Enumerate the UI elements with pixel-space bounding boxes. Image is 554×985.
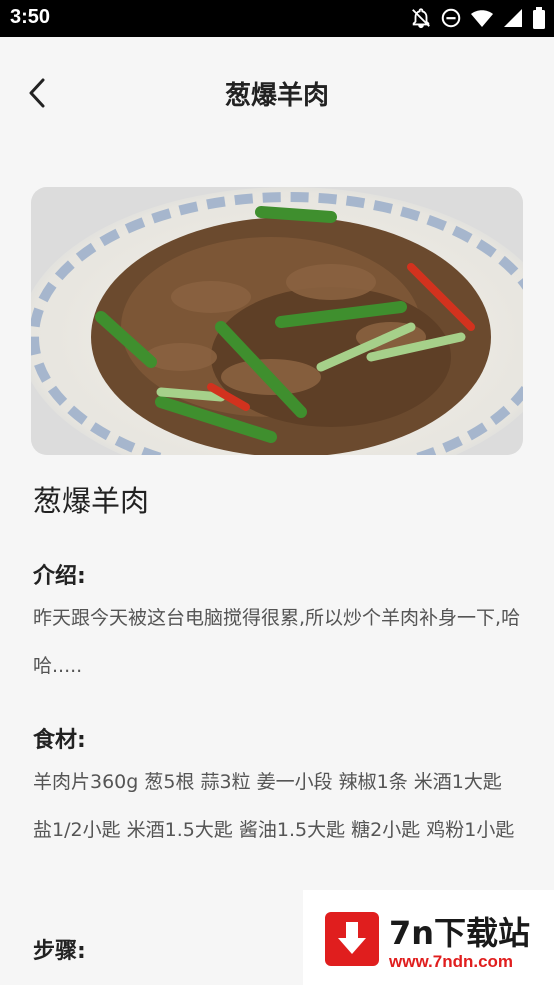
- app-header: 葱爆羊肉: [0, 37, 554, 147]
- status-icons: [410, 7, 546, 29]
- status-bar: 3:50: [0, 0, 554, 37]
- download-arrow-icon: [325, 912, 379, 966]
- watermark-url: www.7ndn.com: [389, 952, 514, 971]
- do-not-disturb-icon: [440, 7, 462, 29]
- intro-heading: 介绍:: [33, 564, 86, 589]
- recipe-name: 葱爆羊肉: [33, 484, 150, 518]
- status-time: 3:50: [10, 6, 51, 28]
- watermark-brand: 7n下载站: [389, 914, 531, 952]
- ingredients-text: 羊肉片360g 葱5根 蒜3粒 姜一小段 辣椒1条 米酒1大匙 盐1/2小匙 米…: [33, 771, 515, 841]
- notifications-off-icon: [410, 7, 432, 29]
- battery-icon: [532, 7, 546, 29]
- signal-icon: [502, 7, 524, 29]
- watermark: 7n下载站 www.7ndn.com: [303, 890, 554, 985]
- intro-text: 昨天跟今天被这台电脑搅得很累,所以炒个羊肉补身一下,哈哈.....: [33, 607, 521, 677]
- steps-heading: 步骤:: [33, 939, 86, 964]
- dish-image: [31, 187, 523, 455]
- ingredients-heading: 食材:: [33, 728, 86, 753]
- page-title: 葱爆羊肉: [224, 81, 329, 111]
- wifi-icon: [470, 7, 494, 29]
